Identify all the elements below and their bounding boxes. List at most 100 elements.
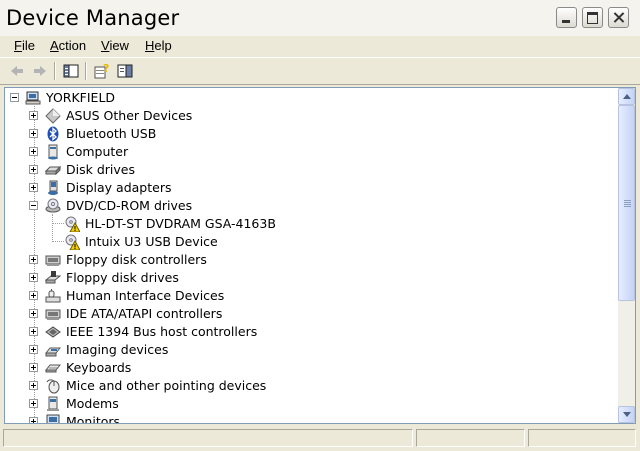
tree-item-label: Disk drives (66, 162, 135, 177)
expand-toggle[interactable] (29, 147, 38, 156)
controller-icon (45, 252, 61, 268)
diamond-icon (45, 108, 61, 124)
expand-toggle[interactable] (29, 363, 38, 372)
expand-toggle[interactable] (29, 183, 38, 192)
back-arrow-icon[interactable] (8, 62, 26, 80)
expand-toggle[interactable] (29, 345, 38, 354)
status-bar (0, 427, 640, 451)
tree-item-floppy-disk-drives[interactable]: Floppy disk drives (5, 269, 605, 287)
expand-toggle[interactable] (29, 309, 38, 318)
tree-item-monitors[interactable]: Monitors (5, 413, 605, 423)
properties-help-icon[interactable]: ? (93, 62, 111, 80)
tree-item-label: Bluetooth USB (66, 126, 157, 141)
tree-root-yorkfield[interactable]: YORKFIELD (5, 89, 605, 107)
ieee1394-icon (45, 324, 61, 340)
tree-item-label: Modems (66, 396, 119, 411)
bluetooth-icon (45, 126, 61, 142)
device-tree[interactable]: YORKFIELD ASUS Other Devices Bluetooth U… (5, 88, 618, 423)
tree-item-disk-drives[interactable]: Disk drives (5, 161, 605, 179)
status-panel-3 (528, 429, 636, 447)
device-tree-frame: YORKFIELD ASUS Other Devices Bluetooth U… (4, 87, 636, 424)
svg-text:?: ? (103, 62, 109, 75)
toolbar: ? (0, 57, 640, 85)
expand-toggle[interactable] (29, 417, 38, 423)
minimize-button[interactable] (556, 7, 577, 28)
tree-item-label: Monitors (66, 414, 121, 423)
tree-child-hl-dt-st[interactable]: HL-DT-ST DVDRAM GSA-4163B (5, 215, 605, 233)
tree-item-dvd-cdrom-drives[interactable]: DVD/CD-ROM drives (5, 197, 605, 215)
expand-toggle[interactable] (29, 111, 38, 120)
cdrom-warning-icon (64, 234, 81, 251)
scroll-down-button[interactable] (618, 406, 635, 423)
controller-icon (45, 306, 61, 322)
tree-item-label: Computer (66, 144, 129, 159)
collapse-toggle[interactable] (10, 93, 19, 102)
tree-child-intuix-u3[interactable]: Intuix U3 USB Device (5, 233, 605, 251)
tree-child-label: HL-DT-ST DVDRAM GSA-4163B (85, 216, 276, 231)
tree-item-mice-and-other-pointing-devices[interactable]: Mice and other pointing devices (5, 377, 605, 395)
monitor-icon (45, 414, 61, 423)
tree-item-label: DVD/CD-ROM drives (66, 198, 193, 213)
title-bar[interactable]: Device Manager (0, 0, 640, 37)
tree-item-ide-ata-atapi-controllers[interactable]: IDE ATA/ATAPI controllers (5, 305, 605, 323)
collapse-toggle[interactable] (29, 201, 38, 210)
menu-bar: File Action View Help (0, 36, 640, 56)
cdrom-icon (45, 198, 61, 214)
expand-toggle[interactable] (29, 327, 38, 336)
expand-toggle[interactable] (29, 129, 38, 138)
expand-toggle[interactable] (29, 255, 38, 264)
modem-icon (45, 396, 61, 412)
menu-file[interactable]: File (14, 38, 35, 53)
tree-item-asus-other-devices[interactable]: ASUS Other Devices (5, 107, 605, 125)
tree-item-label: ASUS Other Devices (66, 108, 193, 123)
tree-item-imaging-devices[interactable]: Imaging devices (5, 341, 605, 359)
camera-icon (44, 342, 62, 358)
forward-arrow-icon[interactable] (31, 62, 49, 80)
computer-icon (25, 90, 41, 106)
tree-item-human-interface-devices[interactable]: Human Interface Devices (5, 287, 605, 305)
tree-item-computer[interactable]: Computer (5, 143, 605, 161)
expand-toggle[interactable] (29, 165, 38, 174)
tree-item-label: IEEE 1394 Bus host controllers (66, 324, 258, 339)
keyboard-icon (44, 360, 62, 376)
mouse-icon (45, 378, 61, 394)
tree-child-label: Intuix U3 USB Device (85, 234, 218, 249)
display-adapter-icon (45, 180, 61, 196)
tree-item-ieee-1394-bus-host-controllers[interactable]: IEEE 1394 Bus host controllers (5, 323, 605, 341)
scroll-up-button[interactable] (618, 88, 635, 105)
tree-item-display-adapters[interactable]: Display adapters (5, 179, 605, 197)
expand-toggle[interactable] (29, 273, 38, 282)
close-button[interactable] (608, 7, 629, 28)
menu-help[interactable]: Help (145, 38, 172, 53)
status-panel-main (3, 429, 413, 447)
device-manager-window: Device Manager File Action View Help ? Y… (0, 0, 640, 451)
vertical-scrollbar[interactable] (618, 88, 635, 423)
scroll-grip (624, 200, 631, 201)
tree-item-floppy-disk-controllers[interactable]: Floppy disk controllers (5, 251, 605, 269)
maximize-button[interactable] (582, 7, 603, 28)
show-action-pane-icon[interactable] (116, 62, 134, 80)
disk-drive-icon (44, 162, 62, 178)
tree-item-keyboards[interactable]: Keyboards (5, 359, 605, 377)
computer-icon (45, 144, 61, 160)
expand-toggle[interactable] (29, 399, 38, 408)
expand-toggle[interactable] (29, 291, 38, 300)
tree-item-modems[interactable]: Modems (5, 395, 605, 413)
tree-item-label: IDE ATA/ATAPI controllers (66, 306, 223, 321)
tree-item-bluetooth-usb[interactable]: Bluetooth USB (5, 125, 605, 143)
menu-view[interactable]: View (101, 38, 129, 53)
window-title: Device Manager (6, 6, 180, 30)
expand-toggle[interactable] (29, 381, 38, 390)
tree-item-label: Mice and other pointing devices (66, 378, 267, 393)
tree-item-label: Human Interface Devices (66, 288, 225, 303)
menu-action[interactable]: Action (50, 38, 86, 53)
scroll-thumb[interactable] (618, 105, 635, 301)
tree-item-label: Display adapters (66, 180, 172, 195)
status-panel-2 (416, 429, 525, 447)
hid-icon (45, 288, 61, 304)
cdrom-warning-icon (64, 216, 81, 233)
tree-item-label: Imaging devices (66, 342, 169, 357)
tree-item-label: Floppy disk controllers (66, 252, 207, 267)
floppy-drive-icon (44, 270, 62, 286)
show-hide-console-tree-icon[interactable] (62, 62, 80, 80)
